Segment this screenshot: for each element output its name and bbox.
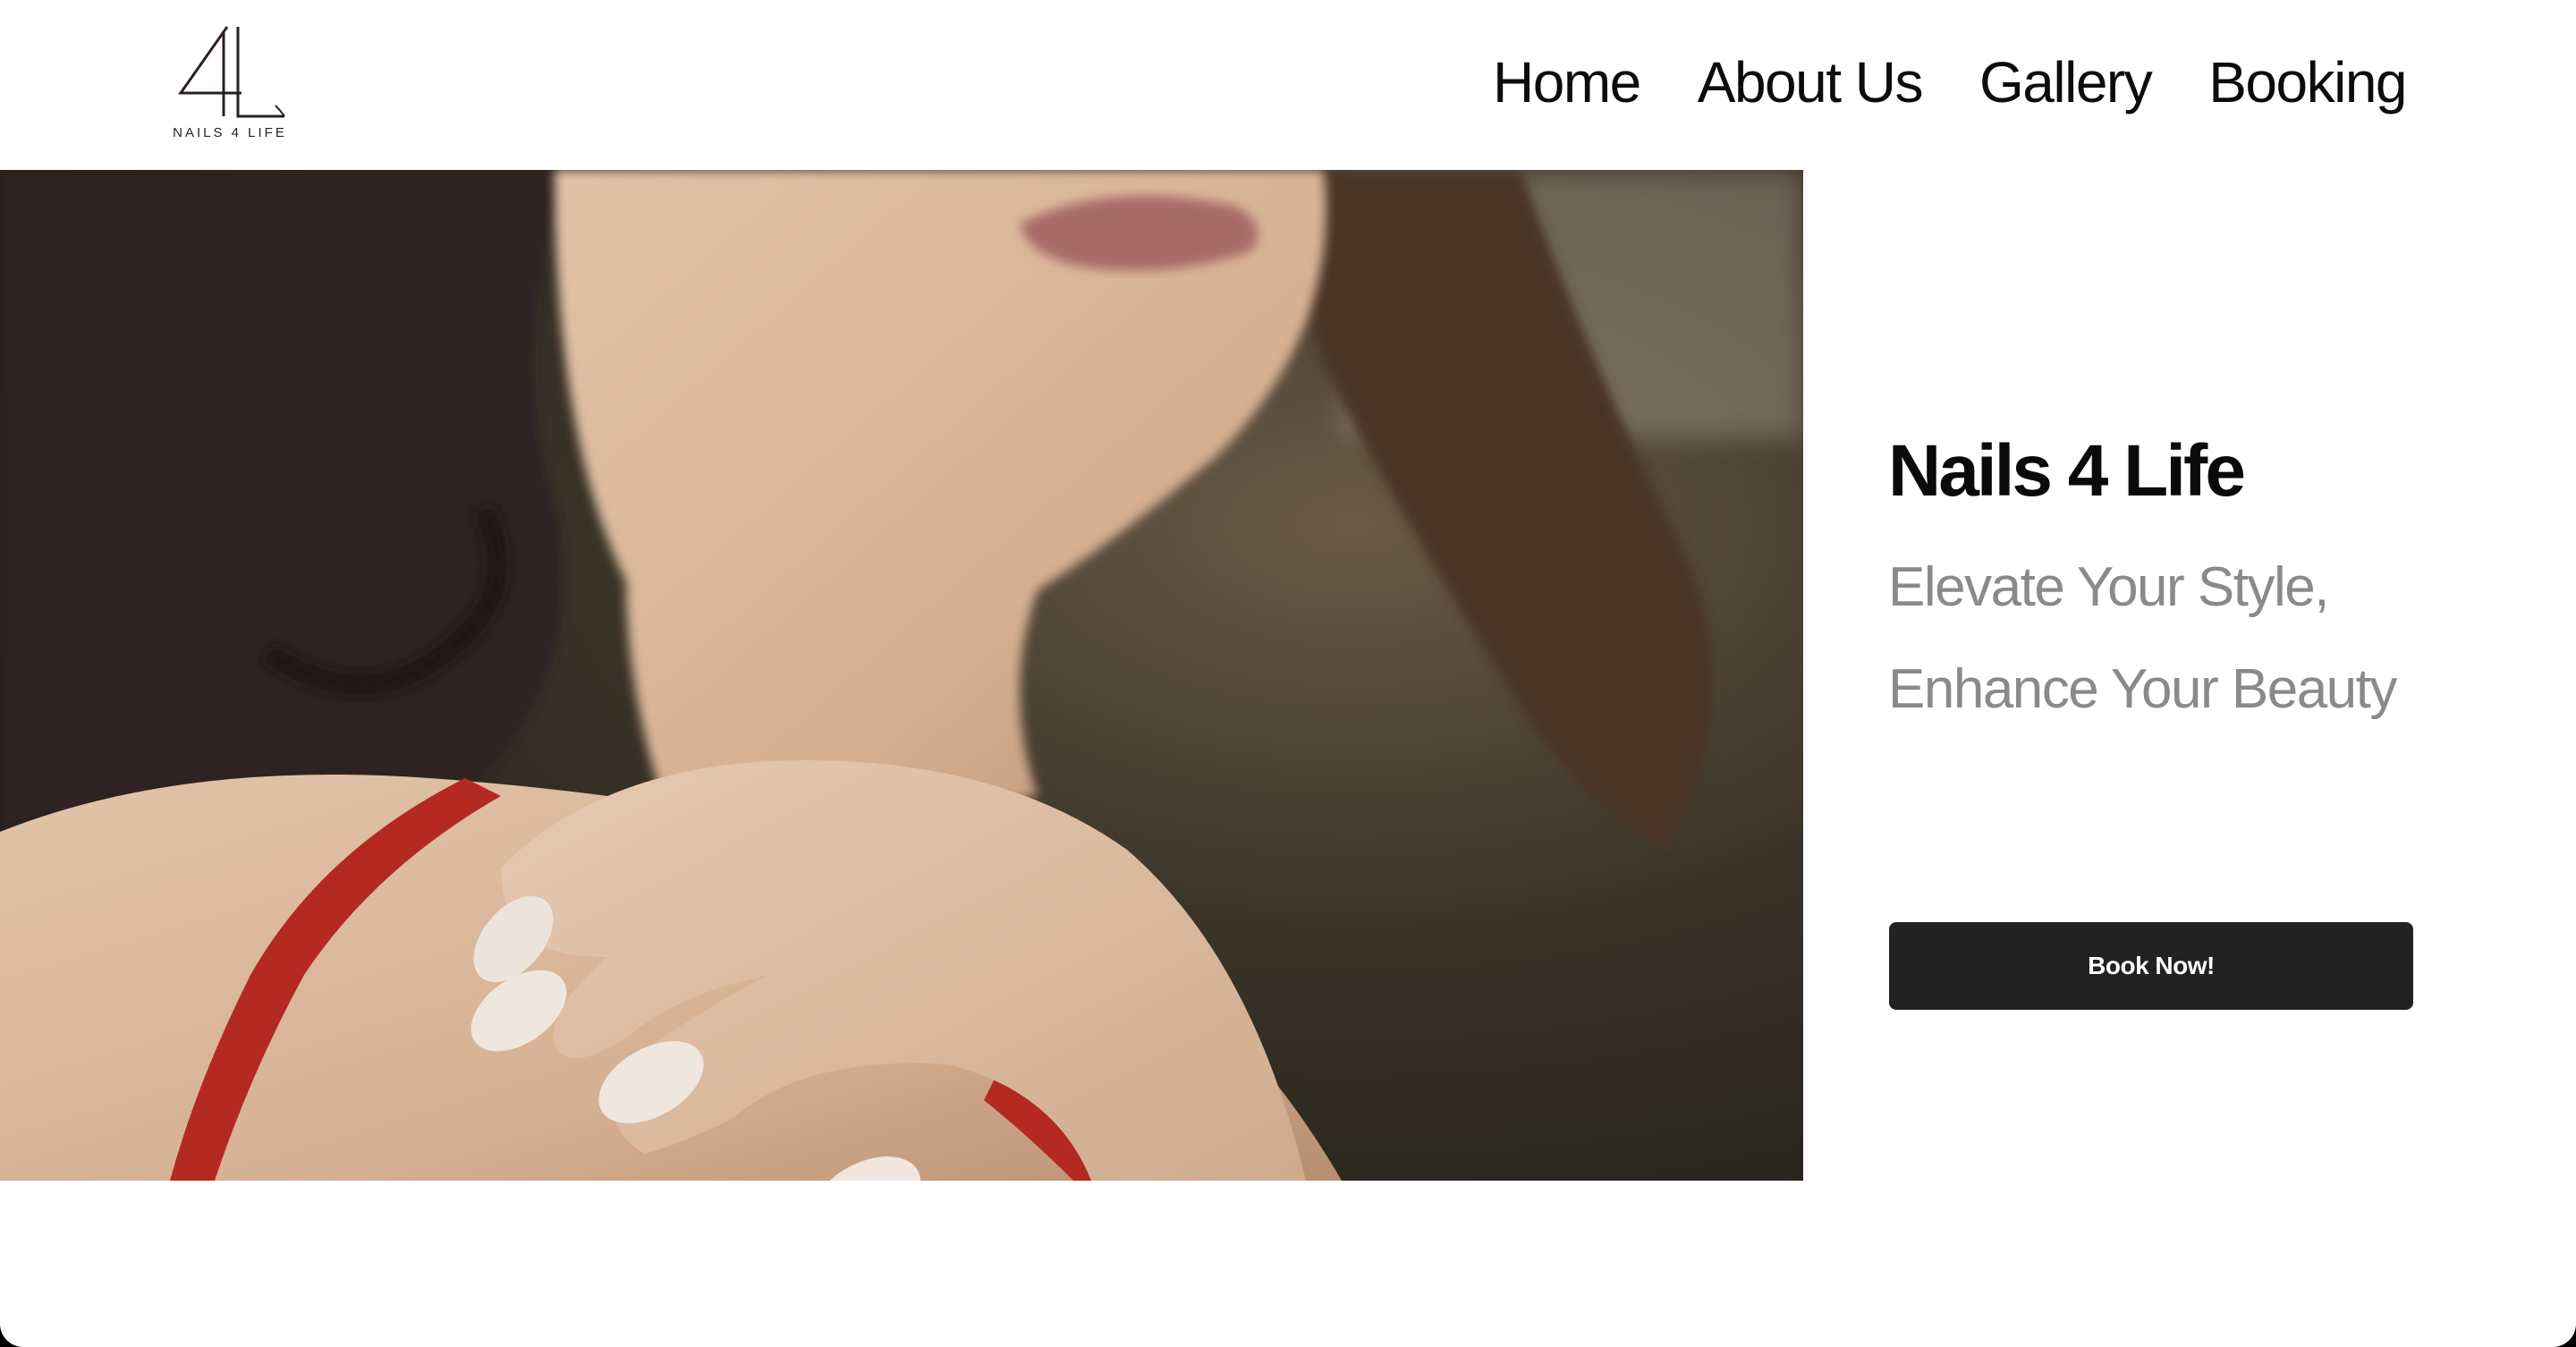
page: NAILS 4 LIFE Home About Us Gallery Booki…: [0, 0, 2576, 1347]
hero-tagline: Elevate Your Style, Enhance Your Beauty: [1888, 537, 2514, 741]
nav-about-us[interactable]: About Us: [1698, 47, 1924, 118]
book-now-button[interactable]: Book Now!: [1889, 922, 2413, 1010]
hero-image: [0, 170, 1803, 1181]
hero-tagline-line2: Enhance Your Beauty: [1888, 658, 2397, 720]
nav-booking[interactable]: Booking: [2208, 47, 2407, 118]
nav-home[interactable]: Home: [1493, 47, 1641, 118]
main-nav: Home About Us Gallery Booking: [1493, 47, 2407, 118]
hero-tagline-line1: Elevate Your Style,: [1888, 556, 2329, 618]
logo-text: NAILS 4 LIFE: [173, 125, 287, 140]
hero-title: Nails 4 Life: [1888, 429, 2246, 512]
nav-gallery[interactable]: Gallery: [1979, 47, 2153, 118]
hero-photo-illustration: [0, 170, 1803, 1181]
site-header: NAILS 4 LIFE Home About Us Gallery Booki…: [0, 0, 2576, 170]
logo-mark-icon: [178, 26, 285, 118]
logo[interactable]: NAILS 4 LIFE: [172, 23, 288, 145]
